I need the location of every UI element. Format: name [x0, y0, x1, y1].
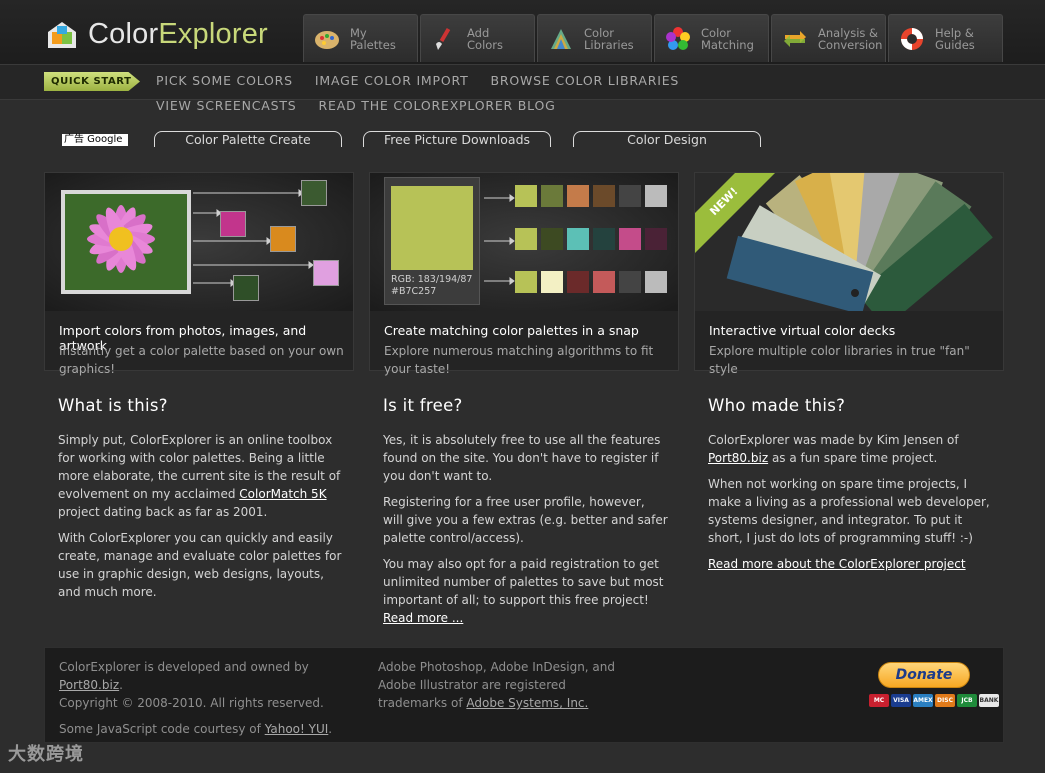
- ad-link-color-design[interactable]: Color Design: [573, 131, 761, 147]
- tab-label: Analysis & Conversion: [818, 25, 883, 52]
- heading-who-made-this: Who made this?: [708, 396, 846, 415]
- column-is-it-free: Is it free? Yes, it is absolutely free t…: [383, 396, 668, 635]
- tab-label: My Palettes: [350, 25, 396, 52]
- palette-icon: [315, 30, 339, 49]
- swatch: [220, 211, 246, 237]
- feature-title: Interactive virtual color decks: [709, 323, 896, 338]
- heading-is-it-free: Is it free?: [383, 396, 463, 415]
- footer-link-yui[interactable]: Yahoo! YUI: [265, 722, 329, 736]
- feature-import-art: [45, 173, 353, 311]
- hex-readout: #B7C257: [391, 286, 437, 297]
- ad-link-color-palette-create[interactable]: Color Palette Create: [154, 131, 342, 147]
- main-nav-tabs: My Palettes Add Colors Color Libraries C…: [303, 14, 1005, 62]
- tab-label: Add Colors: [467, 25, 504, 52]
- footer-copyright: Copyright © 2008-2010. All rights reserv…: [59, 696, 324, 710]
- tab-add-colors[interactable]: Add Colors: [420, 14, 535, 62]
- link-pick-colors[interactable]: PICK SOME COLORS: [156, 73, 293, 98]
- watermark: 大数跨境: [8, 744, 84, 765]
- footer: ColorExplorer is developed and owned by …: [44, 647, 1004, 743]
- payment-cards: MC VISA AMEX DISC JCB BANK: [869, 694, 1001, 707]
- palette-row-2: [515, 228, 667, 250]
- amex-icon: AMEX: [913, 694, 933, 707]
- brush-icon: [436, 27, 451, 50]
- discover-icon: DISC: [935, 694, 955, 707]
- swatch: [270, 226, 296, 252]
- logo-text-main: Color: [88, 17, 159, 50]
- paragraph: Registering for a free user profile, how…: [383, 495, 668, 545]
- tab-color-libraries[interactable]: Color Libraries: [537, 14, 652, 62]
- palette-row-1: [515, 185, 667, 207]
- feature-decks-art: NEW!: [695, 173, 1003, 311]
- paragraph: Read more about the ColorExplorer projec…: [708, 555, 993, 573]
- paragraph: With ColorExplorer you can quickly and e…: [58, 531, 342, 599]
- quick-start-links: PICK SOME COLORS IMAGE COLOR IMPORT BROW…: [156, 73, 816, 123]
- swatch: [301, 180, 327, 206]
- feature-description: Explore numerous matching algorithms to …: [384, 344, 654, 376]
- paragraph: You may also opt for a paid registration…: [383, 557, 664, 625]
- tab-color-matching[interactable]: Color Matching: [654, 14, 769, 62]
- footer-trademarks: Adobe Photoshop, Adobe InDesign, and Ado…: [378, 660, 615, 710]
- matching-arrows: [484, 194, 515, 285]
- paragraph: Simply put, ColorExplorer is an online t…: [58, 433, 341, 519]
- logo-text-accent: Explorer: [158, 17, 268, 50]
- color-wheel-icon: [666, 26, 690, 50]
- paragraph: ColorExplorer was made by Kim Jensen of …: [708, 433, 959, 465]
- footer-link-adobe[interactable]: Adobe Systems, Inc.: [466, 696, 588, 710]
- footer-ownership: ColorExplorer is developed and owned by …: [59, 658, 359, 738]
- feature-matching-art: RGB: 183/194/87 #B7C257: [370, 173, 678, 311]
- column-what-is-this: What is this? Simply put, ColorExplorer …: [58, 396, 343, 609]
- colorexplorer-logo-icon: [48, 22, 76, 48]
- rgb-readout: RGB: 183/194/87: [391, 274, 473, 285]
- flower-photo: [61, 190, 191, 294]
- swatch: [313, 260, 339, 286]
- tab-analysis-conversion[interactable]: Analysis & Conversion: [771, 14, 886, 62]
- feature-matching-palettes[interactable]: RGB: 183/194/87 #B7C257 Create matching …: [369, 172, 679, 376]
- visa-icon: VISA: [891, 694, 911, 707]
- convert-arrows-icon: [784, 30, 806, 47]
- column-who-made-this: Who made this? ColorExplorer was made by…: [708, 396, 993, 581]
- logo[interactable]: ColorExplorer: [46, 14, 268, 54]
- feature-import-colors[interactable]: Import colors from photos, images, and a…: [44, 172, 354, 376]
- feature-description: Instantly get a color palette based on y…: [59, 344, 344, 376]
- palette-row-3: [515, 271, 667, 293]
- google-ad-label[interactable]: 广告 Google: [62, 134, 128, 146]
- swatch: [233, 275, 259, 301]
- paragraph: Yes, it is absolutely free to use all th…: [383, 433, 661, 483]
- tab-my-palettes[interactable]: My Palettes: [303, 14, 418, 62]
- color-fan-icon: [551, 28, 571, 49]
- link-colormatch-5k[interactable]: ColorMatch 5K: [239, 487, 326, 501]
- link-read-more-registration[interactable]: Read more ...: [383, 611, 463, 625]
- link-port80[interactable]: Port80.biz: [708, 451, 768, 465]
- bank-icon: BANK: [979, 694, 999, 707]
- selected-color-swatch: [391, 186, 473, 270]
- tab-label: Help & Guides: [935, 25, 975, 52]
- tab-label: Color Libraries: [584, 25, 634, 52]
- jcb-icon: JCB: [957, 694, 977, 707]
- link-read-blog[interactable]: READ THE COLOREXPLORER BLOG: [319, 98, 556, 123]
- quick-start-badge: QUICK START: [44, 72, 140, 91]
- ad-link-free-picture-downloads[interactable]: Free Picture Downloads: [363, 131, 551, 147]
- feature-title: Create matching color palettes in a snap: [384, 323, 639, 338]
- link-read-more-project[interactable]: Read more about the ColorExplorer projec…: [708, 557, 966, 571]
- lifebuoy-icon: [901, 27, 923, 50]
- link-browse-color-libraries[interactable]: BROWSE COLOR LIBRARIES: [491, 73, 680, 98]
- selected-color-card: RGB: 183/194/87 #B7C257: [384, 177, 480, 305]
- feature-color-decks[interactable]: NEW! Interactive virtual color decks Exp…: [694, 172, 1004, 376]
- tab-help-guides[interactable]: Help & Guides: [888, 14, 1003, 62]
- footer-link-port80[interactable]: Port80.biz: [59, 678, 119, 692]
- feature-description: Explore multiple color libraries in true…: [709, 344, 970, 376]
- tab-label: Color Matching: [701, 25, 754, 52]
- link-image-color-import[interactable]: IMAGE COLOR IMPORT: [315, 73, 469, 98]
- flower-image: [65, 194, 187, 290]
- mastercard-icon: MC: [869, 694, 889, 707]
- paragraph: When not working on spare time projects,…: [708, 477, 990, 545]
- donate-button[interactable]: Donate: [878, 662, 970, 688]
- color-fan-deck: [695, 173, 1003, 311]
- link-view-screencasts[interactable]: VIEW SCREENCASTS: [156, 98, 297, 123]
- heading-what-is-this: What is this?: [58, 396, 168, 415]
